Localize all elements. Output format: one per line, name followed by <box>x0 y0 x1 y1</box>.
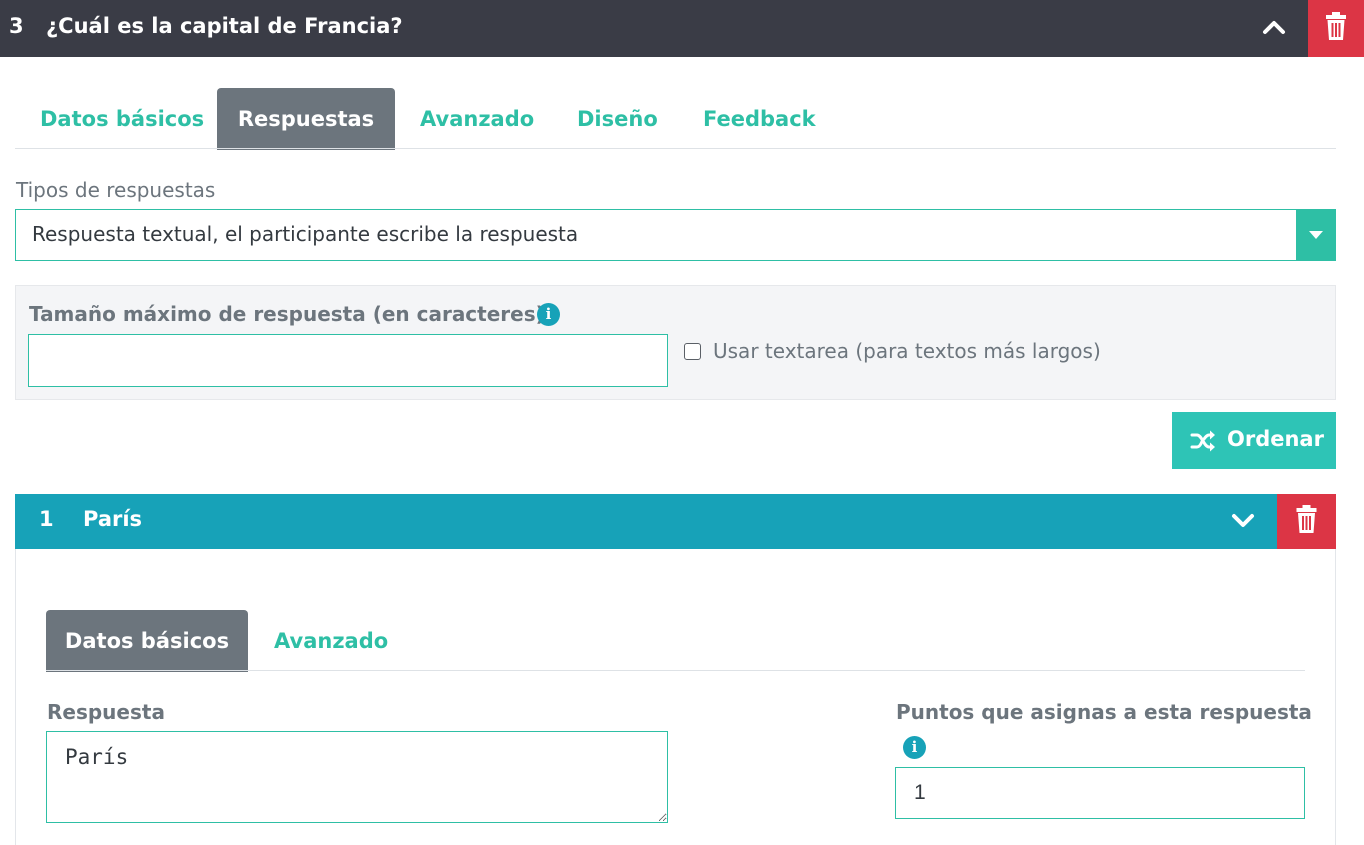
tab-datos-basicos[interactable]: Datos básicos <box>15 88 229 150</box>
trash-icon <box>1296 505 1317 533</box>
caret-down-icon <box>1309 231 1323 239</box>
answer-type-selected[interactable]: Respuesta textual, el participante escri… <box>32 222 578 246</box>
answer-header[interactable]: 1 París <box>15 494 1277 549</box>
max-size-label: Tamaño máximo de respuesta (en caractere… <box>29 302 545 326</box>
chevron-down-icon[interactable] <box>1227 504 1259 536</box>
answer-number: 1 <box>39 507 54 531</box>
order-button-label: Ordenar <box>1227 427 1324 451</box>
order-button[interactable]: Ordenar <box>1172 412 1336 469</box>
tab-avanzado[interactable]: Avanzado <box>395 88 559 150</box>
info-icon[interactable]: i <box>537 303 560 326</box>
tab-respuestas[interactable]: Respuestas <box>217 88 395 150</box>
answer-title: París <box>83 507 143 531</box>
tabs-divider <box>15 148 1336 149</box>
tab-feedback[interactable]: Feedback <box>678 88 841 150</box>
answer-type-label: Tipos de respuestas <box>16 178 216 202</box>
answer-tab-avanzado[interactable]: Avanzado <box>248 610 414 672</box>
info-icon[interactable]: i <box>903 736 926 759</box>
delete-question-button[interactable] <box>1308 0 1364 57</box>
points-input[interactable] <box>895 767 1305 819</box>
response-textarea[interactable]: París <box>46 731 668 823</box>
trash-icon <box>1326 12 1346 40</box>
points-label: Puntos que asignas a esta respuesta <box>896 700 1312 724</box>
answer-tab-datos-basicos[interactable]: Datos básicos <box>46 610 248 672</box>
dropdown-button[interactable] <box>1296 209 1336 261</box>
question-number: 3 <box>9 14 24 38</box>
shuffle-icon <box>1190 430 1215 452</box>
textarea-checkbox-label[interactable]: Usar textarea (para textos más largos) <box>713 339 1101 363</box>
chevron-up-icon[interactable] <box>1258 12 1290 44</box>
response-label: Respuesta <box>47 700 165 724</box>
answer-tabs-divider <box>46 670 1305 671</box>
tab-diseno[interactable]: Diseño <box>552 88 683 150</box>
max-size-input[interactable] <box>28 334 668 387</box>
delete-answer-button[interactable] <box>1277 494 1336 549</box>
textarea-checkbox[interactable] <box>684 343 701 360</box>
question-title: ¿Cuál es la capital de Francia? <box>46 14 403 38</box>
